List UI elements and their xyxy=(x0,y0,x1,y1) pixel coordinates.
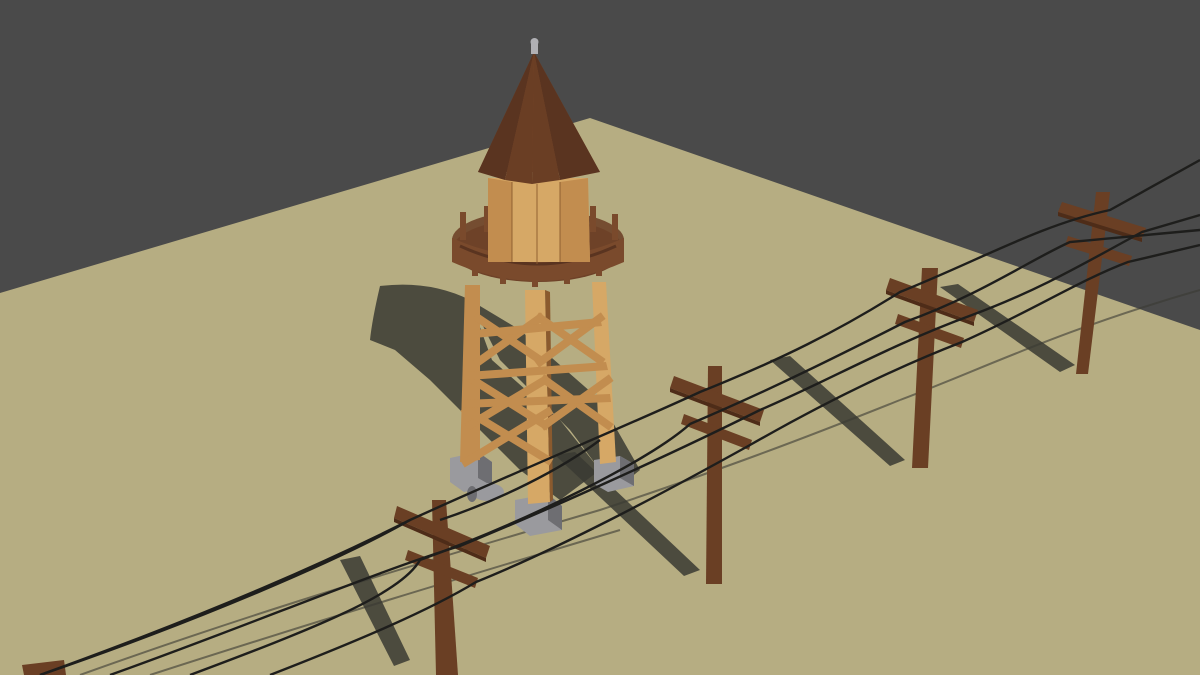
roof-finial xyxy=(530,38,539,54)
water-tank xyxy=(488,178,590,264)
render-scene xyxy=(0,0,1200,675)
scene-canvas xyxy=(0,0,1200,675)
